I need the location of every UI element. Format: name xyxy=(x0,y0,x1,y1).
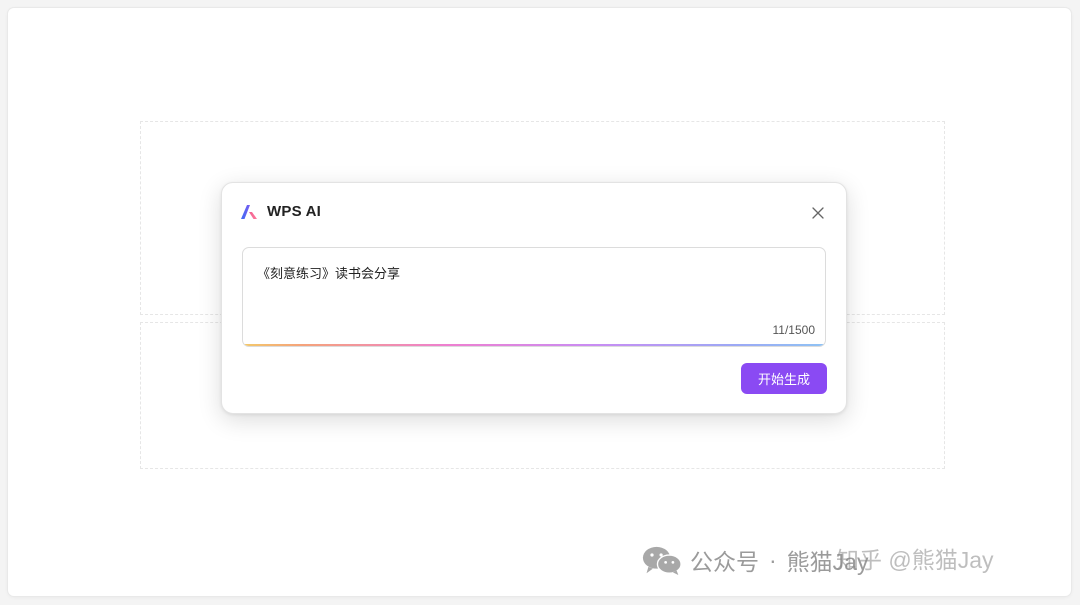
dialog-header: WPS AI xyxy=(240,203,321,220)
prompt-input-value: 《刻意练习》读书会分享 xyxy=(257,266,401,281)
watermark-overlay: 知乎 @熊猫Jay xyxy=(836,547,994,573)
character-counter: 11/1500 xyxy=(772,323,816,337)
close-button[interactable] xyxy=(810,205,826,221)
wps-ai-dialog: WPS AI 《刻意练习》读书会分享 11/1500 开始生成 xyxy=(221,182,847,414)
watermark-separator: · xyxy=(769,546,777,573)
close-icon xyxy=(812,207,824,219)
wps-ai-logo-icon xyxy=(241,204,257,219)
watermark-account: 公众号 xyxy=(690,549,759,575)
generate-button[interactable]: 开始生成 xyxy=(741,363,827,394)
input-gradient-underline xyxy=(243,344,825,346)
prompt-input[interactable]: 《刻意练习》读书会分享 11/1500 xyxy=(242,247,826,347)
watermark: 公众号 · 熊猫Jay xyxy=(642,543,868,577)
dialog-title: WPS AI xyxy=(267,203,321,220)
wechat-icon xyxy=(642,546,682,575)
